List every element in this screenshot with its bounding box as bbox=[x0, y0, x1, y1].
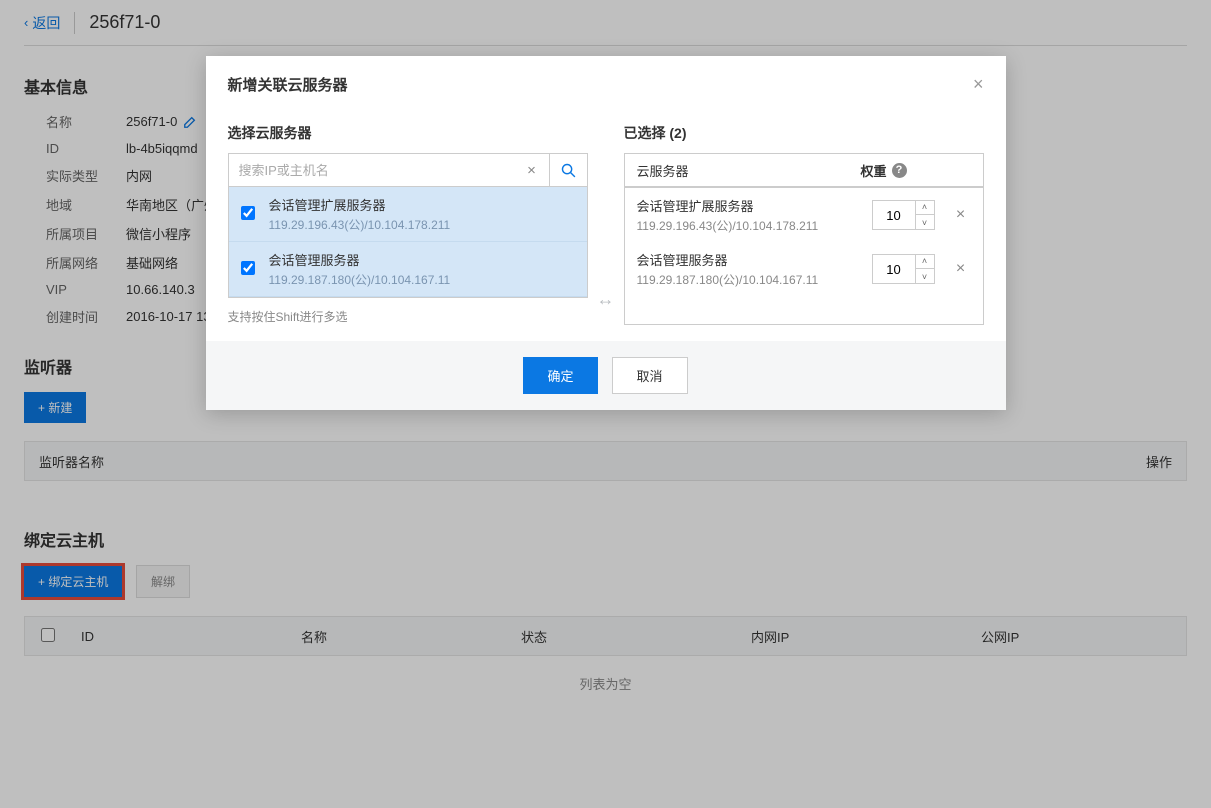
search-group: × bbox=[228, 153, 588, 187]
close-icon[interactable]: × bbox=[973, 74, 984, 95]
modal-footer: 确定 取消 bbox=[206, 341, 1006, 410]
weight-input[interactable] bbox=[873, 208, 915, 223]
clear-icon[interactable]: × bbox=[515, 154, 549, 186]
weight-input[interactable] bbox=[873, 262, 915, 277]
step-up-icon[interactable]: ˄ bbox=[916, 200, 934, 215]
add-server-modal: 新增关联云服务器 × 选择云服务器 × 会话管理扩展服务器 119.29.196… bbox=[206, 56, 1006, 410]
selected-list: 会话管理扩展服务器 119.29.196.43(公)/10.104.178.21… bbox=[624, 187, 984, 325]
server-ip: 119.29.187.180(公)/10.104.167.11 bbox=[269, 271, 451, 288]
server-name: 会话管理扩展服务器 bbox=[269, 195, 451, 214]
step-down-icon[interactable]: ˅ bbox=[916, 269, 934, 284]
transfer-arrow-icon: ↔ bbox=[588, 123, 624, 325]
available-panel: 选择云服务器 × 会话管理扩展服务器 119.29.196.43(公)/10.1… bbox=[228, 123, 588, 325]
step-down-icon[interactable]: ˅ bbox=[916, 215, 934, 230]
help-icon[interactable]: ? bbox=[892, 163, 907, 178]
server-ip: 119.29.196.43(公)/10.104.178.211 bbox=[637, 217, 872, 234]
selected-row: 会话管理服务器 119.29.187.180(公)/10.104.167.11 … bbox=[625, 242, 983, 296]
modal-overlay: 新增关联云服务器 × 选择云服务器 × 会话管理扩展服务器 119.29.196… bbox=[0, 0, 1211, 808]
server-checkbox[interactable] bbox=[241, 206, 255, 220]
selected-header: 云服务器 权重 ? bbox=[624, 153, 984, 187]
available-list: 会话管理扩展服务器 119.29.196.43(公)/10.104.178.21… bbox=[228, 187, 588, 298]
weight-stepper: ˄ ˅ bbox=[872, 200, 935, 230]
selected-title: 已选择 (2) bbox=[624, 123, 984, 143]
server-ip: 119.29.187.180(公)/10.104.167.11 bbox=[637, 271, 872, 288]
weight-stepper: ˄ ˅ bbox=[872, 254, 935, 284]
server-name: 会话管理服务器 bbox=[269, 250, 451, 269]
server-row[interactable]: 会话管理扩展服务器 119.29.196.43(公)/10.104.178.21… bbox=[229, 187, 587, 242]
selected-panel: 已选择 (2) 云服务器 权重 ? 会话管理扩展服务器 119.29.196.4… bbox=[624, 123, 984, 325]
server-name: 会话管理服务器 bbox=[637, 250, 872, 269]
server-checkbox[interactable] bbox=[241, 261, 255, 275]
search-icon[interactable] bbox=[549, 154, 587, 186]
selected-count: (2) bbox=[669, 125, 686, 141]
remove-icon[interactable]: × bbox=[951, 206, 971, 224]
modal-title: 新增关联云服务器 bbox=[228, 74, 348, 95]
cancel-button[interactable]: 取消 bbox=[612, 357, 688, 394]
col-server-label: 云服务器 bbox=[637, 161, 861, 180]
search-input[interactable] bbox=[229, 154, 515, 186]
step-up-icon[interactable]: ˄ bbox=[916, 254, 934, 269]
shift-hint: 支持按住Shift进行多选 bbox=[228, 308, 588, 325]
col-weight-label: 权重 ? bbox=[861, 161, 971, 180]
remove-icon[interactable]: × bbox=[951, 260, 971, 278]
server-ip: 119.29.196.43(公)/10.104.178.211 bbox=[269, 216, 451, 233]
available-title: 选择云服务器 bbox=[228, 123, 588, 143]
server-name: 会话管理扩展服务器 bbox=[637, 196, 872, 215]
server-row[interactable]: 会话管理服务器 119.29.187.180(公)/10.104.167.11 bbox=[229, 242, 587, 297]
selected-row: 会话管理扩展服务器 119.29.196.43(公)/10.104.178.21… bbox=[625, 188, 983, 242]
ok-button[interactable]: 确定 bbox=[523, 357, 597, 394]
